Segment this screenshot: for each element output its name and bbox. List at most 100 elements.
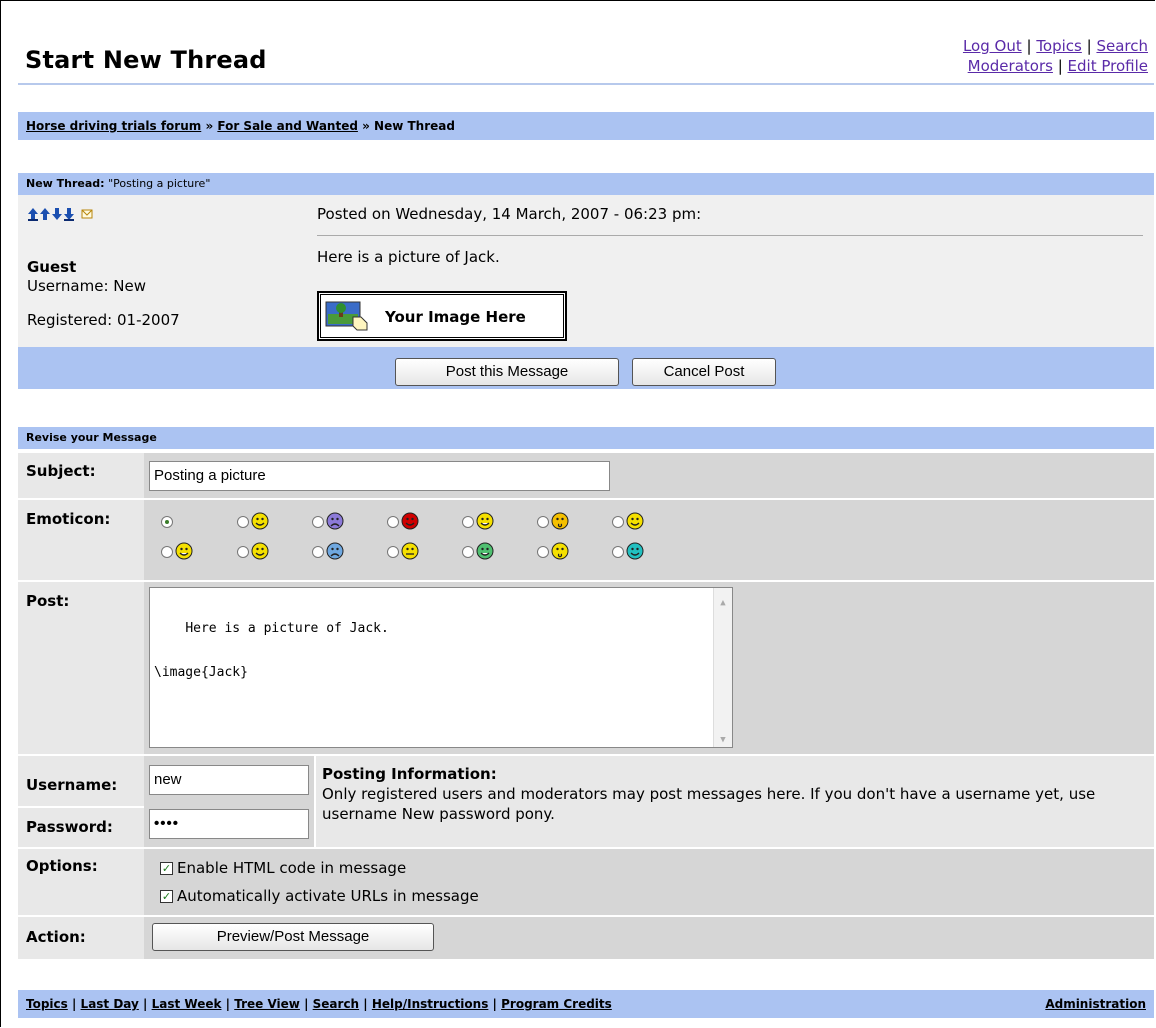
log-out-link[interactable]: Log Out <box>963 37 1022 55</box>
grin-emoticon-icon[interactable] <box>476 512 494 530</box>
footer-separator: | <box>488 997 502 1011</box>
footer-link-search[interactable]: Search <box>313 997 359 1011</box>
username-label: Username: <box>18 756 144 806</box>
title-divider <box>18 83 1154 85</box>
action-label: Action: <box>18 917 144 959</box>
navigation-arrows-icon <box>28 208 74 221</box>
page-title: Start New Thread <box>25 46 267 74</box>
post-label: Post: <box>18 582 144 754</box>
teeth-emoticon-icon[interactable] <box>476 542 494 560</box>
preview-post-button[interactable]: Preview/Post Message <box>152 923 434 951</box>
post-scrollbar[interactable]: ▲ ▼ <box>713 588 732 747</box>
scroll-down-icon[interactable]: ▼ <box>717 729 729 745</box>
breadcrumb-section-link[interactable]: For Sale and Wanted <box>217 119 358 133</box>
breadcrumb-current: New Thread <box>374 119 455 133</box>
credentials-cell: new •••• <box>144 756 314 847</box>
posting-info-title: Posting Information: <box>322 765 497 783</box>
sad-emoticon-icon[interactable] <box>326 512 344 530</box>
post-divider <box>317 235 1143 236</box>
emoticon-radio-2[interactable] <box>312 516 324 528</box>
options-label: Options: <box>18 849 144 915</box>
footer-separator: | <box>221 997 235 1011</box>
emoticon-radio-1[interactable] <box>237 516 249 528</box>
password-label: Password: <box>18 808 144 847</box>
footer-link-last-day[interactable]: Last Day <box>81 997 139 1011</box>
subject-cell: Posting a picture <box>144 453 1154 498</box>
footer-link-tree-view[interactable]: Tree View <box>234 997 300 1011</box>
emoticon-radio-11[interactable] <box>462 546 474 558</box>
html-checkbox[interactable]: ✓ <box>160 862 173 875</box>
emoticon-radio-8[interactable] <box>237 546 249 558</box>
topics-link[interactable]: Topics <box>1036 37 1082 55</box>
breadcrumb: Horse driving trials forum » For Sale an… <box>18 112 1154 140</box>
link-separator: | <box>1021 37 1037 55</box>
top-links: Log Out | Topics | Search Moderators | E… <box>963 36 1148 76</box>
footer-separator: | <box>138 997 152 1011</box>
footer-link-topics[interactable]: Topics <box>26 997 68 1011</box>
author-registered: Registered: 01-2007 <box>27 311 180 329</box>
emoticon-radio-0[interactable] <box>161 516 173 528</box>
post-message-button[interactable]: Post this Message <box>395 358 619 386</box>
emoticon-radio-10[interactable] <box>387 546 399 558</box>
emoticon-radio-3[interactable] <box>387 516 399 528</box>
picture-icon <box>325 301 368 331</box>
emoticon-radio-12[interactable] <box>537 546 549 558</box>
edit-profile-link[interactable]: Edit Profile <box>1068 57 1148 75</box>
image-placeholder: Your Image Here <box>317 291 567 341</box>
username-input[interactable]: new <box>149 765 309 795</box>
posting-info-text: Only registered users and moderators may… <box>322 785 1096 823</box>
search-link[interactable]: Search <box>1096 37 1148 55</box>
post-textarea[interactable]: Here is a picture of Jack. \image{Jack} … <box>149 587 733 748</box>
footer-link-help-instructions[interactable]: Help/Instructions <box>372 997 489 1011</box>
cheerful-emoticon-icon[interactable] <box>251 542 269 560</box>
post-textarea-text: Here is a picture of Jack. \image{Jack} <box>154 621 389 680</box>
author-info: Guest Username: New Registered: 01-2007 <box>27 258 180 330</box>
urls-option-label: Automatically activate URLs in message <box>177 887 479 905</box>
password-input[interactable]: •••• <box>149 809 309 839</box>
cool-emoticon-icon[interactable] <box>626 542 644 560</box>
breadcrumb-forum-link[interactable]: Horse driving trials forum <box>26 119 201 133</box>
preview-header-label: New Thread: <box>26 177 105 190</box>
footer-separator: | <box>299 997 313 1011</box>
preview-header: New Thread: "Posting a picture" <box>18 173 1154 195</box>
shocked-emoticon-icon[interactable] <box>551 512 569 530</box>
emoticon-radio-9[interactable] <box>312 546 324 558</box>
emoticon-radio-7[interactable] <box>161 546 173 558</box>
revise-header: Revise your Message <box>18 427 1154 449</box>
laugh-emoticon-icon[interactable] <box>175 542 193 560</box>
html-option-label: Enable HTML code in message <box>177 859 407 877</box>
emoticon-radio-6[interactable] <box>612 516 624 528</box>
emoticon-radio-5[interactable] <box>537 516 549 528</box>
emoticon-radio-4[interactable] <box>462 516 474 528</box>
administration-link[interactable]: Administration <box>1045 990 1146 1018</box>
emoticon-label: Emoticon: <box>18 500 144 580</box>
breadcrumb-separator: » <box>357 119 375 133</box>
cancel-post-button[interactable]: Cancel Post <box>632 358 776 386</box>
footer-link-program-credits[interactable]: Program Credits <box>501 997 612 1011</box>
happy-emoticon-icon[interactable] <box>626 512 644 530</box>
options-cell: ✓ Enable HTML code in message ✓ Automati… <box>144 849 1154 915</box>
link-separator: | <box>1081 37 1097 55</box>
emoticon-radio-13[interactable] <box>612 546 624 558</box>
subject-input[interactable]: Posting a picture <box>149 461 610 491</box>
link-separator: | <box>1052 57 1068 75</box>
footer-separator: | <box>67 997 81 1011</box>
moderators-link[interactable]: Moderators <box>968 57 1053 75</box>
scroll-up-icon[interactable]: ▲ <box>717 592 729 608</box>
crying-emoticon-icon[interactable] <box>326 542 344 560</box>
footer-nav: Topics | Last Day | Last Week | Tree Vie… <box>18 990 1154 1018</box>
email-icon <box>81 209 93 219</box>
post-cell: Here is a picture of Jack. \image{Jack} … <box>144 582 1154 754</box>
posted-on: Posted on Wednesday, 14 March, 2007 - 06… <box>317 205 702 223</box>
smile-emoticon-icon[interactable] <box>251 512 269 530</box>
emoticon-picker <box>144 500 1154 580</box>
footer-link-last-week[interactable]: Last Week <box>152 997 222 1011</box>
action-cell: Preview/Post Message <box>144 917 1154 959</box>
kiss-emoticon-icon[interactable] <box>551 542 569 560</box>
thread-navigation-icons <box>27 206 127 225</box>
preview-header-subject: "Posting a picture" <box>104 177 211 190</box>
neutral-emoticon-icon[interactable] <box>401 542 419 560</box>
preview-button-bar: Post this Message Cancel Post <box>18 347 1154 389</box>
angry-emoticon-icon[interactable] <box>401 512 419 530</box>
urls-checkbox[interactable]: ✓ <box>160 890 173 903</box>
